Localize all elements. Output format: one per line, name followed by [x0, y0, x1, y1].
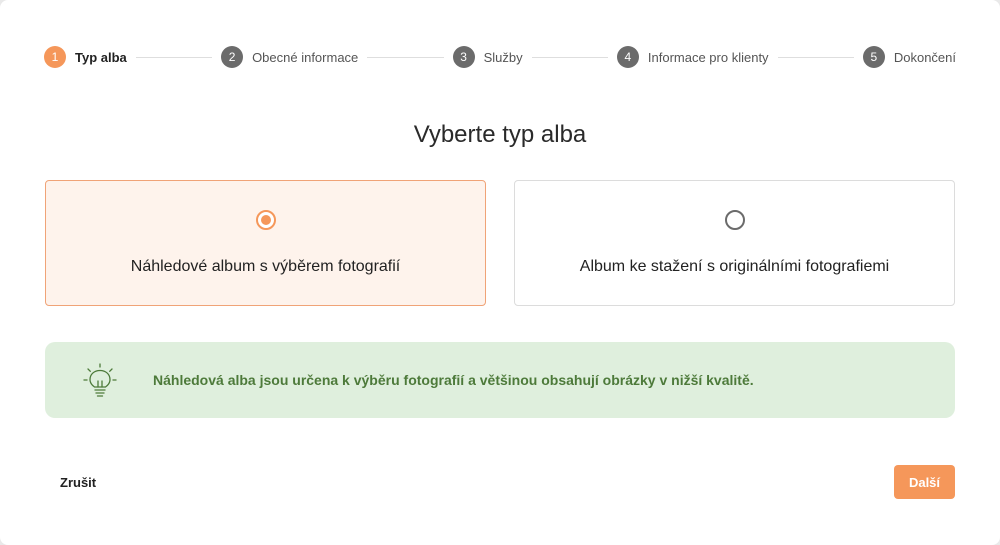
step-connector	[777, 56, 854, 58]
radio-unselected-icon[interactable]	[724, 210, 745, 230]
info-text: Náhledová alba jsou určena k výběru foto…	[153, 372, 754, 388]
step-number: 3	[452, 46, 475, 68]
step-connector	[367, 56, 444, 58]
step-sluzby[interactable]: 3 Služby	[452, 46, 523, 68]
step-obecne-informace[interactable]: 2 Obecné informace	[221, 46, 358, 68]
option-label: Náhledové album s výběrem fotografií	[130, 258, 401, 275]
option-preview-album[interactable]: Náhledové album s výběrem fotografií	[45, 180, 486, 306]
page-title: Vyberte typ alba	[413, 121, 587, 148]
step-informace-pro-klienty[interactable]: 4 Informace pro klienty	[616, 46, 769, 68]
step-dokonceni[interactable]: 5 Dokončení	[862, 46, 956, 68]
radio-dot	[260, 215, 271, 225]
cancel-button[interactable]: Zrušit	[47, 469, 109, 495]
step-typ-alba[interactable]: 1 Typ alba	[44, 46, 127, 68]
step-number: 2	[221, 46, 244, 68]
option-download-album[interactable]: Album ke stažení s originálními fotograf…	[514, 180, 955, 306]
option-label: Album ke stažení s originálními fotograf…	[579, 258, 890, 275]
info-box: Náhledová alba jsou určena k výběru foto…	[45, 342, 955, 418]
step-connector	[135, 56, 213, 58]
step-label: Obecné informace	[252, 49, 359, 65]
step-connector	[531, 56, 608, 58]
wizard-stepper: 1 Typ alba 2 Obecné informace 3 Služby 4…	[44, 46, 956, 68]
step-number: 4	[616, 46, 639, 68]
step-label: Typ alba	[75, 49, 127, 65]
album-wizard-dialog: 1 Typ alba 2 Obecné informace 3 Služby 4…	[0, 0, 1000, 545]
step-number: 5	[862, 46, 885, 68]
step-number: 1	[44, 46, 66, 68]
next-button[interactable]: Další	[894, 465, 955, 499]
radio-selected-icon[interactable]	[255, 210, 276, 230]
lightbulb-icon	[83, 363, 117, 397]
step-label: Dokončení	[893, 49, 956, 65]
step-label: Informace pro klienty	[647, 49, 769, 65]
step-label: Služby	[483, 49, 523, 65]
